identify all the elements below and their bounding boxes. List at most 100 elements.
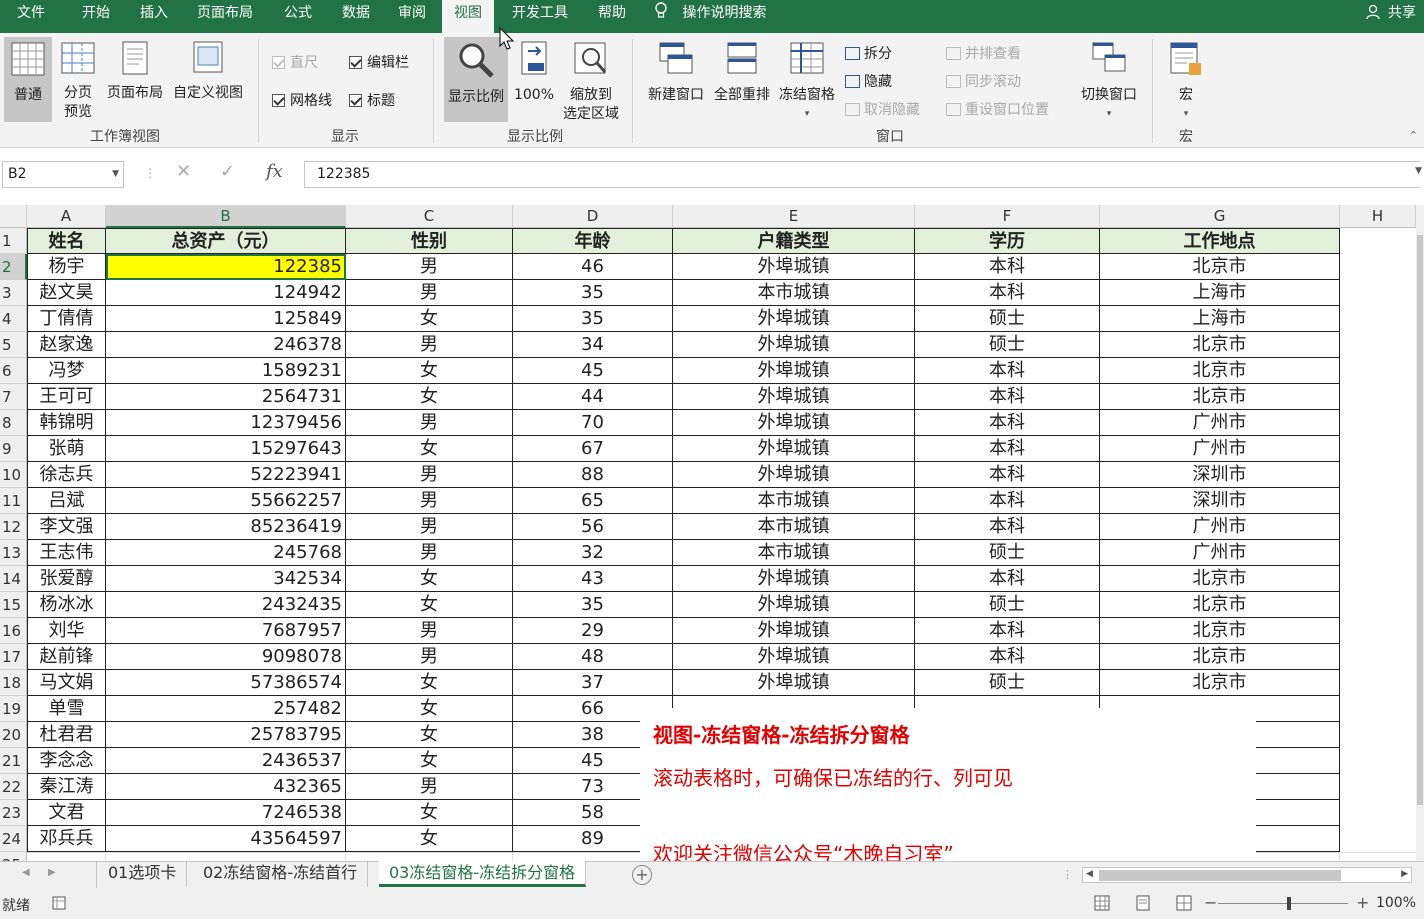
formula-bar-checkbox[interactable]: 编辑栏 xyxy=(349,52,409,72)
table-cell[interactable]: 冯梦 xyxy=(27,358,106,384)
table-cell[interactable]: 9098078 xyxy=(106,644,346,670)
row-header[interactable]: 12 xyxy=(0,514,27,540)
table-cell[interactable]: 29 xyxy=(513,618,673,644)
page-break-preview-button[interactable]: 分页 预览 xyxy=(56,41,100,122)
view-side-by-side-button[interactable]: 并排查看 xyxy=(946,43,1021,63)
table-cell[interactable]: 王志伟 xyxy=(27,540,106,566)
table-cell[interactable]: 张萌 xyxy=(27,436,106,462)
row-header[interactable]: 14 xyxy=(0,566,27,592)
row-header[interactable]: 2 xyxy=(0,254,27,280)
table-cell[interactable]: 男 xyxy=(346,488,513,514)
row-header[interactable]: 5 xyxy=(0,332,27,358)
table-cell[interactable]: 45 xyxy=(513,358,673,384)
table-cell[interactable]: 文君 xyxy=(27,800,106,826)
page-layout-status-icon[interactable] xyxy=(1135,895,1151,915)
table-cell[interactable]: 深圳市 xyxy=(1100,462,1340,488)
page-break-status-icon[interactable] xyxy=(1176,895,1192,915)
table-cell[interactable]: 44 xyxy=(513,384,673,410)
table-header-cell[interactable]: 性别 xyxy=(346,228,513,254)
table-cell[interactable]: 本市城镇 xyxy=(673,514,915,540)
tab-home[interactable]: 开始 xyxy=(68,0,124,33)
sheet-tab-01[interactable]: 01选项卡 xyxy=(98,861,188,887)
table-cell[interactable]: 张爱醇 xyxy=(27,566,106,592)
table-header-cell[interactable]: 户籍类型 xyxy=(673,228,915,254)
row-header[interactable]: 7 xyxy=(0,384,27,410)
table-cell[interactable]: 外埠城镇 xyxy=(673,332,915,358)
table-header-cell[interactable]: 学历 xyxy=(915,228,1100,254)
table-cell[interactable]: 徐志兵 xyxy=(27,462,106,488)
table-cell[interactable]: 外埠城镇 xyxy=(673,436,915,462)
table-cell[interactable]: 外埠城镇 xyxy=(673,306,915,332)
row-header[interactable]: 25 xyxy=(0,852,27,861)
row-header[interactable]: 10 xyxy=(0,462,27,488)
column-header-f[interactable]: F xyxy=(915,205,1100,228)
table-cell[interactable]: 2564731 xyxy=(106,384,346,410)
table-cell[interactable]: 88 xyxy=(513,462,673,488)
horizontal-scroll-thumb[interactable] xyxy=(1099,870,1341,881)
row-header[interactable]: 18 xyxy=(0,670,27,696)
share-button[interactable]: 共享 xyxy=(1365,0,1416,27)
row-header[interactable]: 16 xyxy=(0,618,27,644)
zoom-slider[interactable] xyxy=(1218,903,1348,904)
table-cell[interactable]: 本科 xyxy=(915,462,1100,488)
table-cell[interactable]: 35 xyxy=(513,280,673,306)
column-header-d[interactable]: D xyxy=(513,205,673,228)
table-cell[interactable]: 25783795 xyxy=(106,722,346,748)
row-header[interactable]: 9 xyxy=(0,436,27,462)
split-button[interactable]: 拆分 xyxy=(845,43,892,63)
sheet-tab-02[interactable]: 02冻结窗格-冻结首行 xyxy=(193,861,369,887)
table-cell[interactable]: 女 xyxy=(346,384,513,410)
column-header-b[interactable]: B xyxy=(106,205,346,228)
macro-record-icon[interactable] xyxy=(52,896,66,914)
table-cell[interactable]: 46 xyxy=(513,254,673,280)
table-cell[interactable]: 广州市 xyxy=(1100,436,1340,462)
zoom-slider-knob[interactable] xyxy=(1287,897,1291,910)
formula-input[interactable]: 122385 xyxy=(304,161,1420,188)
table-cell[interactable]: 吕斌 xyxy=(27,488,106,514)
column-header-c[interactable]: C xyxy=(346,205,513,228)
row-header[interactable]: 3 xyxy=(0,280,27,306)
headings-checkbox[interactable]: 标题 xyxy=(349,90,395,110)
row-header[interactable]: 22 xyxy=(0,774,27,800)
unhide-button[interactable]: 取消隐藏 xyxy=(845,99,920,119)
sheet-prev-icon[interactable]: ◀ xyxy=(22,867,30,878)
ruler-checkbox[interactable]: 直尺 xyxy=(272,52,318,72)
table-cell[interactable]: 李念念 xyxy=(27,748,106,774)
table-cell[interactable]: 男 xyxy=(346,644,513,670)
table-cell[interactable]: 本市城镇 xyxy=(673,540,915,566)
table-cell[interactable]: 外埠城镇 xyxy=(673,410,915,436)
table-cell[interactable]: 女 xyxy=(346,722,513,748)
column-header-g[interactable]: G xyxy=(1100,205,1340,228)
table-cell[interactable]: 赵家逸 xyxy=(27,332,106,358)
macros-button[interactable]: 宏 ▾ xyxy=(1164,41,1208,124)
table-cell[interactable]: 15297643 xyxy=(106,436,346,462)
table-cell[interactable]: 北京市 xyxy=(1100,644,1340,670)
tab-help[interactable]: 帮助 xyxy=(588,0,636,33)
table-cell[interactable]: 外埠城镇 xyxy=(673,592,915,618)
insert-function-icon[interactable]: fx xyxy=(266,161,283,182)
tell-me-search[interactable]: 操作说明搜索 xyxy=(654,0,766,28)
column-header-h[interactable]: H xyxy=(1340,205,1416,228)
table-cell[interactable]: 外埠城镇 xyxy=(673,384,915,410)
table-cell[interactable]: 北京市 xyxy=(1100,566,1340,592)
row-header[interactable]: 11 xyxy=(0,488,27,514)
table-cell[interactable]: 257482 xyxy=(106,696,346,722)
table-cell[interactable]: 广州市 xyxy=(1100,514,1340,540)
table-cell[interactable]: 女 xyxy=(346,826,513,852)
table-cell[interactable]: 男 xyxy=(346,280,513,306)
tab-insert[interactable]: 插入 xyxy=(126,0,182,33)
normal-view-status-icon[interactable] xyxy=(1094,895,1110,915)
table-cell[interactable]: 43 xyxy=(513,566,673,592)
zoom-out-icon[interactable]: − xyxy=(1204,893,1217,912)
table-cell[interactable]: 男 xyxy=(346,774,513,800)
table-cell[interactable]: 马文娟 xyxy=(27,670,106,696)
table-cell[interactable]: 北京市 xyxy=(1100,358,1340,384)
tab-formulas[interactable]: 公式 xyxy=(270,0,326,33)
table-cell[interactable]: 男 xyxy=(346,462,513,488)
table-cell[interactable]: 55662257 xyxy=(106,488,346,514)
table-cell[interactable]: 北京市 xyxy=(1100,384,1340,410)
table-cell[interactable]: 丁倩倩 xyxy=(27,306,106,332)
table-cell[interactable]: 北京市 xyxy=(1100,592,1340,618)
tab-review[interactable]: 审阅 xyxy=(384,0,440,33)
table-cell[interactable]: 女 xyxy=(346,436,513,462)
